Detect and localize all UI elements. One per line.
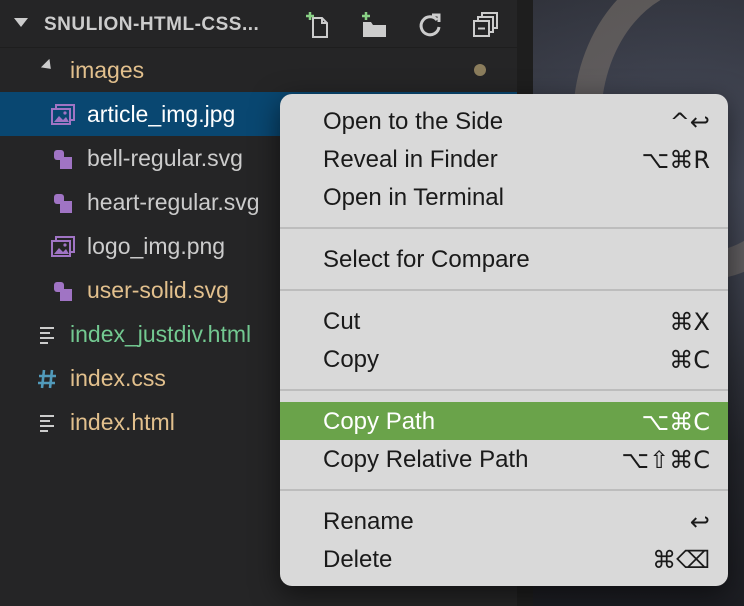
html-file-icon	[36, 324, 60, 346]
menu-item-copy[interactable]: Copy ⌘C	[280, 340, 728, 378]
svg-file-icon	[51, 280, 75, 302]
context-menu: Open to the Side ^↩ Reveal in Finder ⌥⌘R…	[280, 94, 728, 586]
menu-item-label: Delete	[323, 546, 393, 573]
app-window: SNULION-HTML-CSS... images article_img.j…	[0, 0, 744, 606]
menu-item-reveal-in-finder[interactable]: Reveal in Finder ⌥⌘R	[280, 140, 728, 178]
menu-separator	[280, 216, 728, 240]
menu-item-shortcut: ⌘⌫	[652, 546, 710, 574]
menu-item-shortcut: ⌥⌘R	[641, 146, 710, 174]
menu-item-rename[interactable]: Rename ↩	[280, 502, 728, 540]
new-folder-icon[interactable]	[357, 10, 391, 40]
new-file-icon[interactable]	[301, 10, 335, 40]
menu-item-label: Select for Compare	[323, 246, 530, 273]
menu-item-label: Copy Relative Path	[323, 446, 529, 473]
tree-item-label: bell-regular.svg	[87, 145, 243, 171]
menu-item-label: Rename	[323, 508, 414, 535]
menu-separator	[280, 378, 728, 402]
css-hash-icon	[36, 368, 60, 390]
modified-dot-icon	[474, 64, 486, 76]
menu-item-open-to-side[interactable]: Open to the Side ^↩	[280, 102, 728, 140]
tree-item-label: index.html	[70, 409, 175, 435]
tree-item-label: index.css	[70, 365, 166, 391]
menu-item-label: Open to the Side	[323, 108, 504, 135]
menu-separator	[280, 478, 728, 502]
menu-item-label: Copy Path	[323, 408, 436, 435]
svg-file-icon	[51, 192, 75, 214]
workspace-title[interactable]: SNULION-HTML-CSS...	[44, 14, 259, 36]
html-file-icon	[36, 412, 60, 434]
tree-item-label: index_justdiv.html	[70, 321, 252, 347]
expanded-twisty-icon[interactable]	[40, 58, 56, 74]
menu-item-delete[interactable]: Delete ⌘⌫	[280, 540, 728, 578]
menu-item-shortcut: ^↩	[669, 108, 710, 136]
menu-item-copy-path[interactable]: Copy Path ⌥⌘C	[280, 402, 728, 440]
menu-item-shortcut: ⌘X	[669, 308, 710, 336]
menu-item-copy-relative-path[interactable]: Copy Relative Path ⌥⇧⌘C	[280, 440, 728, 478]
tree-item-label: user-solid.svg	[87, 277, 229, 303]
menu-item-select-for-compare[interactable]: Select for Compare	[280, 240, 728, 278]
explorer-actions	[301, 10, 503, 40]
menu-item-shortcut: ⌘C	[669, 346, 710, 374]
image-file-icon	[51, 104, 75, 126]
tree-item-label: article_img.jpg	[87, 101, 236, 127]
menu-item-shortcut: ⌥⇧⌘C	[621, 446, 710, 474]
menu-item-label: Open in Terminal	[323, 184, 504, 211]
menu-item-shortcut: ↩	[689, 508, 710, 536]
menu-item-label: Cut	[323, 308, 361, 335]
menu-item-label: Reveal in Finder	[323, 146, 498, 173]
menu-separator	[280, 278, 728, 302]
collapse-all-icon[interactable]	[469, 10, 503, 40]
tree-item-label: logo_img.png	[87, 233, 226, 259]
svg-file-icon	[51, 148, 75, 170]
tree-item-images[interactable]: images	[0, 48, 517, 92]
menu-item-shortcut: ⌥⌘C	[641, 408, 710, 436]
explorer-header: SNULION-HTML-CSS...	[0, 0, 517, 48]
menu-item-open-in-terminal[interactable]: Open in Terminal	[280, 178, 728, 216]
menu-item-cut[interactable]: Cut ⌘X	[280, 302, 728, 340]
menu-item-label: Copy	[323, 346, 380, 373]
image-file-icon	[51, 236, 75, 258]
tree-item-label: images	[70, 57, 145, 83]
collapse-section-icon[interactable]	[14, 18, 28, 27]
refresh-icon[interactable]	[413, 10, 447, 40]
tree-item-label: heart-regular.svg	[87, 189, 260, 215]
